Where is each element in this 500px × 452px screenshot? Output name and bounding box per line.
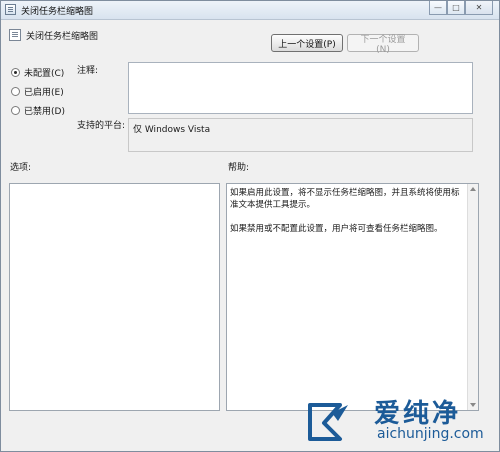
radio-not-configured[interactable]: 未配置(C) bbox=[11, 66, 64, 79]
close-button[interactable]: ✕ bbox=[465, 1, 493, 15]
watermark: 爱纯净 aichunjing.com bbox=[304, 391, 489, 449]
help-paragraph-2: 如果禁用或不配置此设置，用户将可查看任务栏缩略图。 bbox=[230, 224, 443, 234]
watermark-logo-icon bbox=[308, 403, 348, 441]
comment-textarea[interactable] bbox=[128, 62, 473, 114]
radio-disabled-label: 已禁用(D) bbox=[24, 107, 65, 117]
next-setting-button[interactable]: 下一个设置(N) bbox=[347, 34, 419, 55]
watermark-url: aichunjing.com bbox=[377, 426, 484, 442]
supported-platform-value: 仅 Windows Vista bbox=[128, 118, 473, 152]
help-panel: 如果启用此设置，将不显示任务栏缩略图，并且系统将使用标准文本提供工具提示。 如果… bbox=[226, 183, 479, 411]
help-scrollbar[interactable] bbox=[467, 184, 478, 410]
title-bar[interactable]: 关闭任务栏缩略图 — □ ✕ bbox=[1, 1, 499, 20]
window-title: 关闭任务栏缩略图 bbox=[21, 7, 94, 17]
supported-platform-label: 支持的平台: bbox=[77, 121, 126, 131]
comment-label: 注释: bbox=[77, 66, 99, 76]
setting-title: 关闭任务栏缩略图 bbox=[26, 32, 99, 42]
radio-enabled[interactable]: 已启用(E) bbox=[11, 85, 64, 98]
caption-buttons: — □ ✕ bbox=[429, 1, 493, 15]
radio-disabled[interactable]: 已禁用(D) bbox=[11, 104, 65, 117]
previous-setting-button[interactable]: 上一个设置(P) bbox=[271, 34, 343, 52]
radio-enabled-label: 已启用(E) bbox=[24, 88, 64, 98]
watermark-brand: 爱纯净 bbox=[374, 399, 462, 429]
help-paragraph-1: 如果启用此设置，将不显示任务栏缩略图，并且系统将使用标准文本提供工具提示。 bbox=[230, 188, 460, 210]
options-panel bbox=[9, 183, 220, 411]
options-label: 选项: bbox=[10, 163, 32, 173]
radio-enabled-circle[interactable] bbox=[11, 87, 20, 96]
radio-not-configured-label: 未配置(C) bbox=[24, 69, 65, 79]
window-icon bbox=[5, 4, 16, 15]
help-label: 帮助: bbox=[228, 163, 250, 173]
policy-setting-window: 关闭任务栏缩略图 — □ ✕ 关闭任务栏缩略图 上一个设置(P) 下一个设置(N… bbox=[0, 0, 500, 452]
minimize-button[interactable]: — bbox=[429, 1, 447, 15]
radio-not-configured-circle[interactable] bbox=[11, 68, 20, 77]
policy-setting-icon bbox=[9, 29, 21, 41]
radio-disabled-circle[interactable] bbox=[11, 106, 20, 115]
maximize-button[interactable]: □ bbox=[447, 1, 465, 15]
